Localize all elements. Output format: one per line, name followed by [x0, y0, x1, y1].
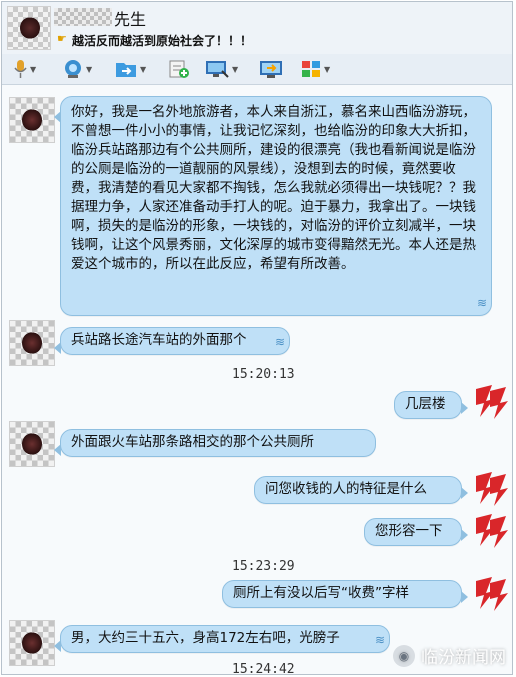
- sender-avatar[interactable]: [9, 620, 55, 666]
- message-text: 问您收钱的人的特征是什么: [265, 481, 427, 497]
- status-message: 越活反而越活到原始社会了！！！: [72, 34, 253, 48]
- message-text: 外面跟火车站那条路相交的那个公共厕所: [71, 434, 314, 450]
- watermark: ◉ 临汾新闻网: [393, 643, 506, 668]
- message-bubble[interactable]: 男，大约三十五六，身高172左右吧，光膀子 ≋: [54, 625, 390, 653]
- self-logo-avatar[interactable]: [470, 575, 510, 613]
- video-camera-icon: [65, 60, 81, 78]
- self-logo-avatar[interactable]: [470, 512, 510, 550]
- voice-button[interactable]: ▼: [12, 58, 36, 80]
- contact-avatar[interactable]: [7, 6, 51, 50]
- self-logo-avatar[interactable]: [470, 383, 510, 421]
- message-text: 你好，我是一名外地旅游者，本人来自浙江，慕名来山西临汾游玩，不曾想一件小小的事情…: [71, 104, 476, 272]
- message-text: 兵站路长途汽车站的外面那个: [71, 332, 247, 348]
- screen-share-button[interactable]: ▼: [204, 58, 238, 80]
- sender-avatar[interactable]: [9, 421, 55, 467]
- add-contact-icon: [169, 60, 189, 78]
- sender-avatar[interactable]: [9, 97, 55, 143]
- bubble-wave-icon: ≋: [374, 633, 385, 647]
- status-bulb-icon: ☛: [57, 32, 67, 45]
- chat-window: 先生 ☛ 越活反而越活到原始社会了！！！ ▼ ▼ ▼ ▼ ▼ 你好，我是一名外地…: [1, 1, 513, 675]
- toolbar: ▼ ▼ ▼ ▼ ▼: [2, 54, 512, 85]
- contact-name-blurred: [54, 8, 112, 26]
- add-contact-button[interactable]: [168, 58, 190, 80]
- sender-avatar[interactable]: [9, 320, 55, 366]
- timestamp: 15:23:29: [232, 559, 295, 574]
- bubble-wave-icon: ≋: [476, 296, 487, 310]
- apps-button[interactable]: ▼: [300, 58, 330, 80]
- screen-share-icon: [206, 61, 229, 78]
- message-bubble[interactable]: 你好，我是一名外地旅游者，本人来自浙江，慕名来山西临汾游玩，不曾想一件小小的事情…: [54, 96, 492, 316]
- remote-assist-icon: [260, 61, 282, 78]
- message-text: 您形容一下: [375, 523, 443, 539]
- message-text: 男，大约三十五六，身高172左右吧，光膀子: [71, 630, 340, 646]
- message-bubble[interactable]: 外面跟火车站那条路相交的那个公共厕所: [54, 429, 376, 457]
- microphone-icon: [14, 60, 27, 78]
- chat-header: 先生 ☛ 越活反而越活到原始社会了！！！: [2, 2, 512, 58]
- self-logo-avatar[interactable]: [470, 470, 510, 508]
- wechat-icon: ◉: [393, 644, 415, 667]
- apps-grid-icon: [302, 61, 320, 77]
- message-bubble[interactable]: 几层楼: [394, 391, 468, 419]
- message-bubble[interactable]: 您形容一下: [364, 518, 468, 546]
- message-bubble[interactable]: 问您收钱的人的特征是什么: [254, 476, 468, 504]
- message-bubble[interactable]: 兵站路长途汽车站的外面那个 ≋: [54, 327, 290, 355]
- message-list[interactable]: 你好，我是一名外地旅游者，本人来自浙江，慕名来山西临汾游玩，不曾想一件小小的事情…: [2, 85, 512, 675]
- message-text: 厕所上有没以后写“收费”字样: [233, 585, 409, 601]
- bubble-wave-icon: ≋: [274, 335, 285, 349]
- send-file-icon: [116, 63, 136, 77]
- message-bubble[interactable]: 厕所上有没以后写“收费”字样: [222, 580, 468, 608]
- send-file-button[interactable]: ▼: [114, 58, 146, 80]
- timestamp: 15:20:13: [232, 367, 295, 382]
- contact-name[interactable]: 先生: [114, 6, 146, 30]
- remote-assist-button[interactable]: [258, 58, 284, 80]
- video-button[interactable]: ▼: [62, 58, 92, 80]
- message-text: 几层楼: [405, 396, 446, 412]
- timestamp: 15:24:42: [232, 662, 295, 675]
- watermark-text: 临汾新闻网: [421, 648, 506, 668]
